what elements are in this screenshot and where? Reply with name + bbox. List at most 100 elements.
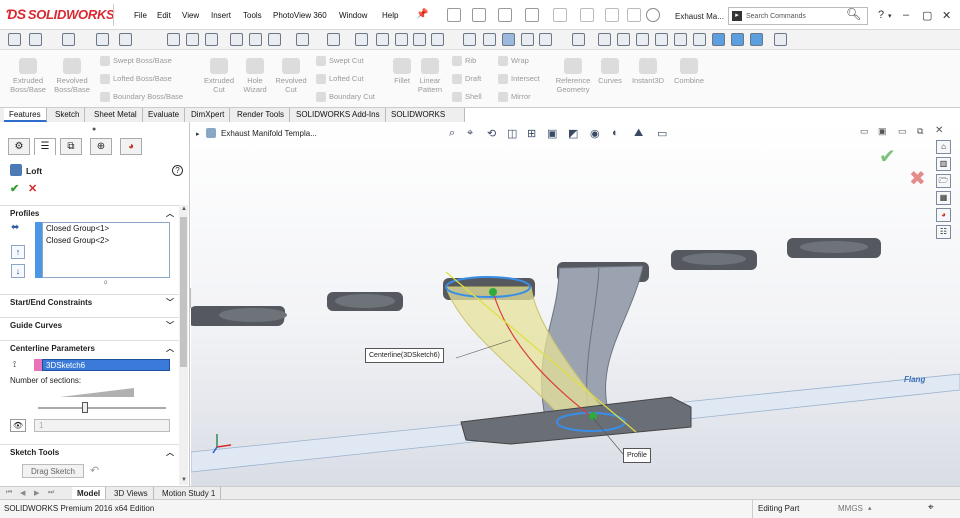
list-item[interactable]: Closed Group<2>	[43, 235, 169, 247]
draft-button[interactable]: Draft	[452, 74, 481, 85]
dimxpert-manager-tab-icon[interactable]: ⊕	[90, 138, 112, 155]
move-down-button[interactable]: ↓	[11, 264, 25, 278]
reference-geometry-button[interactable]: Reference Geometry	[552, 58, 594, 94]
help-icon[interactable]: ?	[172, 165, 183, 176]
scene-icon[interactable]	[376, 33, 389, 46]
apply-scene-icon[interactable]: ⛰	[634, 127, 643, 140]
rebuild-icon[interactable]	[605, 8, 619, 22]
trimetric-view-icon[interactable]	[731, 33, 744, 46]
swept-boss-button[interactable]: Swept Boss/Base	[100, 56, 172, 67]
tab-solidworks-mbd[interactable]: SOLIDWORKS MBD	[386, 108, 465, 133]
select-icon[interactable]	[580, 8, 594, 22]
drag-sketch-button[interactable]: Drag Sketch	[22, 464, 84, 478]
right-view-icon[interactable]	[655, 33, 668, 46]
home-icon[interactable]: ⌂	[936, 140, 951, 154]
hole-wizard-button[interactable]: Hole Wizard	[238, 58, 272, 94]
realview-icon[interactable]	[413, 33, 426, 46]
units-selector[interactable]: MMGS	[838, 504, 863, 513]
feature-tree-root[interactable]: Exhaust Manifold Templa...	[221, 129, 317, 138]
menu-help[interactable]: Help	[382, 11, 398, 20]
menu-insert[interactable]: Insert	[211, 11, 231, 20]
rotate-icon[interactable]	[355, 33, 368, 46]
hide-show-items-icon[interactable]: ◉	[590, 127, 600, 140]
zoom-to-fit-icon[interactable]: ⌕	[449, 127, 455, 140]
boundary-boss-button[interactable]: Boundary Boss/Base	[100, 92, 183, 103]
print-icon[interactable]	[525, 8, 539, 22]
graphics-area[interactable]: Flang ▸ Exhaust Manifold Templa... ⌕ ⌖ ⟲…	[191, 122, 960, 486]
shaded-icon[interactable]	[502, 33, 515, 46]
next-tab-nav-icon[interactable]: ▶	[34, 489, 39, 497]
help-icon[interactable]: ?	[878, 9, 884, 21]
isometric-view-icon[interactable]	[712, 33, 725, 46]
tile-view-icon[interactable]: ▣	[878, 126, 887, 137]
design-library-icon[interactable]: ▥	[936, 157, 951, 171]
custom-properties-icon[interactable]: ☷	[936, 225, 951, 239]
tab-sketch[interactable]: Sketch	[50, 108, 86, 122]
snap-icon[interactable]	[119, 33, 132, 46]
maximize-view-icon[interactable]: ⧉	[917, 126, 923, 137]
front-view-icon[interactable]	[598, 33, 611, 46]
wrap-button[interactable]: Wrap	[498, 56, 529, 67]
zoom-to-area-icon[interactable]: ⌖	[467, 127, 473, 140]
open-icon[interactable]	[472, 8, 486, 22]
tab-features[interactable]: Features	[4, 108, 47, 122]
dimetric-view-icon[interactable]	[750, 33, 763, 46]
edit-appearance-icon[interactable]: ◐	[612, 127, 619, 139]
curves-button[interactable]: Curves	[595, 58, 625, 85]
appearances-icon[interactable]: ◕	[936, 208, 951, 222]
cancel-button[interactable]: ✕	[28, 182, 37, 195]
section-view-icon[interactable]	[230, 33, 243, 46]
select-arrow-icon[interactable]	[62, 33, 75, 46]
save-icon[interactable]	[498, 8, 512, 22]
move-up-button[interactable]: ↑	[11, 245, 25, 259]
section-profiles[interactable]: Profiles ︿	[0, 205, 179, 221]
instant3d-button[interactable]: Instant3D	[628, 58, 668, 85]
search-scope-icon[interactable]: ▸	[732, 11, 742, 21]
swept-cut-button[interactable]: Swept Cut	[316, 56, 364, 67]
view-settings-icon[interactable]	[395, 33, 408, 46]
file-explorer-icon[interactable]: 🗁︎	[936, 174, 951, 188]
menu-file[interactable]: File	[134, 11, 147, 20]
show-preview-eye-icon[interactable]: 👁︎	[10, 419, 26, 432]
filter-icon[interactable]	[96, 33, 109, 46]
measure-icon[interactable]	[205, 33, 218, 46]
tab-sheet-metal[interactable]: Sheet Metal	[89, 108, 143, 122]
menu-tools[interactable]: Tools	[243, 11, 262, 20]
edit-color-icon[interactable]	[774, 33, 787, 46]
section-guide-curves[interactable]: Guide Curves ﹀	[0, 317, 179, 333]
help-dropdown-icon[interactable]: ▾	[888, 12, 892, 20]
display-style-icon[interactable]: ◩	[568, 127, 578, 140]
list-resize-handle[interactable]: o	[104, 280, 107, 286]
scroll-down-icon[interactable]: ▼	[181, 477, 187, 483]
sketch-tool-icon[interactable]	[29, 33, 42, 46]
panel-scrollbar-thumb[interactable]	[180, 217, 187, 367]
lofted-cut-button[interactable]: Lofted Cut	[316, 74, 364, 85]
centerline-callout[interactable]: Centerline(3DSketch6)	[365, 348, 444, 363]
sections-slider-track[interactable]	[38, 407, 166, 409]
minimize-view-icon[interactable]: ▭	[898, 126, 907, 137]
undo-icon[interactable]	[553, 8, 567, 22]
minimize-button[interactable]: –	[903, 9, 909, 21]
restore-button[interactable]: ▢	[922, 9, 932, 22]
back-view-icon[interactable]	[617, 33, 630, 46]
menu-view[interactable]: View	[182, 11, 199, 20]
dynamic-annotation-icon[interactable]: ⊞	[527, 127, 536, 140]
feature-manager-tab-icon[interactable]: ⚙	[8, 138, 30, 155]
sections-slider-thumb[interactable]	[82, 402, 88, 413]
bottom-view-icon[interactable]	[693, 33, 706, 46]
profile-callout[interactable]: Profile	[623, 448, 651, 463]
zoom-area-icon[interactable]	[186, 33, 199, 46]
view-palette-icon[interactable]: ▦	[936, 191, 951, 205]
search-icon[interactable]: 🔍︎	[846, 7, 861, 21]
pan-icon[interactable]	[463, 33, 476, 46]
configuration-manager-tab-icon[interactable]: ⧉	[60, 138, 82, 155]
menu-photoview[interactable]: PhotoView 360	[273, 11, 327, 20]
section-start-end-constraints[interactable]: Start/End Constraints ﹀	[0, 294, 179, 310]
extruded-cut-button[interactable]: Extruded Cut	[200, 58, 238, 94]
revolved-boss-button[interactable]: Revolved Boss/Base	[52, 58, 92, 94]
file-properties-icon[interactable]	[627, 8, 641, 22]
expand-tree-icon[interactable]: ▸	[196, 130, 200, 138]
boundary-cut-button[interactable]: Boundary Cut	[316, 92, 375, 103]
display-style-icon[interactable]	[268, 33, 281, 46]
panel-splitter-handle[interactable]: ●	[92, 126, 96, 133]
